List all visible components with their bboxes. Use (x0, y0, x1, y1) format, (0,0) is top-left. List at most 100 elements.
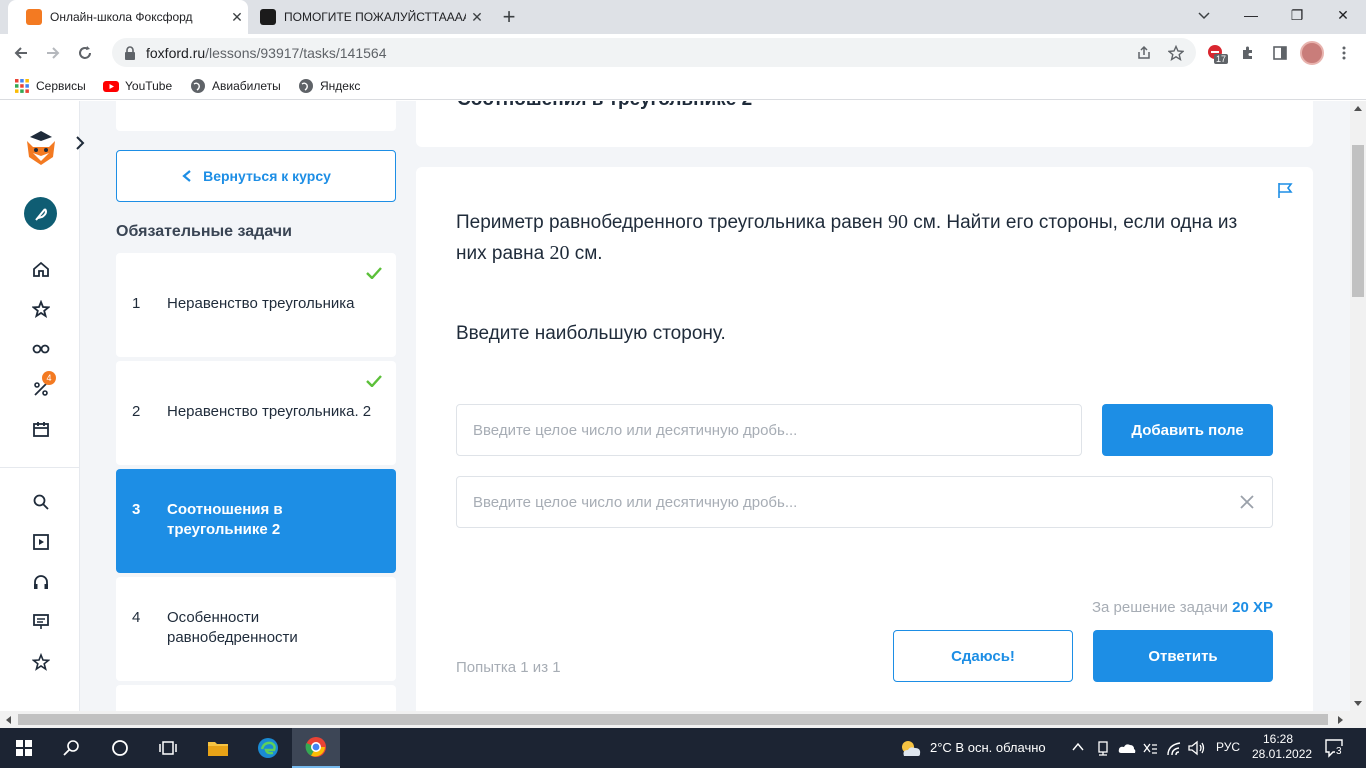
section-title: Обязательные задачи (116, 223, 292, 240)
scroll-down-icon[interactable] (1354, 701, 1362, 707)
notifications-icon[interactable]: 3 (1324, 738, 1344, 758)
answer-input-1[interactable] (456, 404, 1082, 456)
bookmark-star-icon[interactable] (1161, 38, 1191, 68)
side-panel-icon[interactable] (1265, 38, 1295, 68)
give-up-button[interactable]: Сдаюсь! (893, 630, 1073, 682)
fox-logo[interactable] (24, 127, 58, 167)
file-explorer-icon[interactable] (194, 728, 242, 768)
task-item-2[interactable]: 2 Неравенство треугольника. 2 (116, 361, 396, 465)
glasses-icon[interactable] (28, 336, 54, 362)
search-icon[interactable] (28, 489, 54, 515)
percent-icon[interactable]: 4 (28, 371, 56, 402)
scroll-up-icon[interactable] (1354, 105, 1362, 111)
new-tab-button[interactable]: + (496, 5, 522, 29)
volume-icon[interactable] (1188, 740, 1206, 756)
icon-rail: 4 (0, 101, 85, 711)
task-number: 2 (132, 403, 141, 420)
clock-date: 28.01.2022 (1252, 747, 1313, 761)
extensions-puzzle-icon[interactable] (1233, 38, 1263, 68)
play-icon[interactable] (28, 529, 54, 555)
bookmark-avia[interactable]: Авиабилеты (190, 77, 281, 95)
chrome-taskbar-icon[interactable] (292, 728, 340, 768)
share-icon[interactable] (1129, 38, 1159, 68)
cortana-icon[interactable] (96, 728, 144, 768)
back-arrow-icon[interactable] (6, 38, 36, 68)
tab-close-icon[interactable]: ✕ (226, 9, 248, 26)
reload-icon[interactable] (70, 38, 100, 68)
task-card: Периметр равнобедренного треугольника ра… (416, 167, 1313, 711)
task-item-3-active[interactable]: 3 Соотношения в треугольнике 2 (116, 469, 396, 573)
bookmark-yandex[interactable]: Яндекс (298, 77, 360, 95)
star-icon[interactable] (28, 296, 54, 322)
tray-chevron-up-icon[interactable] (1072, 742, 1084, 752)
flag-icon[interactable] (1276, 181, 1294, 199)
submit-answer-button[interactable]: Ответить (1093, 630, 1273, 682)
network-device-icon[interactable] (1096, 740, 1110, 756)
checkmark-icon (366, 267, 382, 279)
answer-input-2[interactable] (456, 476, 1273, 528)
tab-znanija[interactable]: ПОМОГИТЕ ПОЖАЛУЙСТТААААА ✕ (250, 0, 488, 34)
star-outline-icon[interactable] (28, 649, 54, 675)
clock[interactable]: 16:28 28.01.2022 (1252, 732, 1313, 762)
tab-title: Онлайн-школа Фоксфорд (50, 10, 193, 24)
globe-icon (299, 79, 313, 93)
maximize-button[interactable]: ❐ (1274, 0, 1320, 30)
browser-toolbar: foxford.ru/lessons/93917/tasks/141564 17 (0, 34, 1366, 72)
weather-icon[interactable] (898, 738, 924, 758)
edge-icon[interactable] (244, 728, 292, 768)
task-statement: Периметр равнобедренного треугольника ра… (456, 207, 1256, 269)
url-path: /lessons/93917/tasks/141564 (205, 44, 387, 61)
weather-text[interactable]: 2°C В осн. облачно (930, 740, 1046, 755)
forward-arrow-icon[interactable] (38, 38, 68, 68)
tab-close-icon[interactable]: ✕ (466, 9, 488, 26)
search-icon[interactable] (48, 728, 96, 768)
rail-divider (0, 467, 80, 468)
bookmark-label: YouTube (125, 79, 173, 93)
horizontal-scroll-thumb[interactable] (18, 714, 1328, 725)
close-icon[interactable] (1239, 494, 1255, 510)
scroll-left-icon[interactable] (5, 716, 11, 724)
notifications-count: 3 (1335, 746, 1343, 757)
windows-start-icon[interactable] (0, 728, 48, 768)
expand-chevron-icon[interactable] (72, 135, 88, 151)
onedrive-cloud-icon[interactable] (1118, 741, 1136, 755)
vertical-scrollbar[interactable] (1350, 101, 1366, 711)
bookmark-youtube[interactable]: YouTube (103, 77, 172, 95)
back-to-course-button[interactable]: Вернуться к курсу (116, 150, 396, 202)
tab-foxford[interactable]: Онлайн-школа Фоксфорд ✕ (8, 0, 248, 34)
bookmark-services[interactable]: Сервисы (14, 77, 86, 95)
promo-badge: 4 (42, 371, 56, 385)
task-view-icon[interactable] (144, 728, 192, 768)
statement-value: 20 (549, 242, 570, 264)
keyboard-lang-icon[interactable] (1142, 740, 1158, 756)
presentation-icon[interactable] (28, 609, 54, 635)
add-field-button[interactable]: Добавить поле (1102, 404, 1273, 456)
task-item-1[interactable]: 1 Неравенство треугольника (116, 253, 396, 357)
wifi-icon[interactable] (1166, 740, 1184, 756)
close-window-button[interactable]: ✕ (1320, 0, 1366, 30)
horizontal-scrollbar[interactable] (0, 711, 1366, 728)
lesson-header-title: Соотношения в треугольнике 2 (457, 101, 752, 111)
feather-icon[interactable] (24, 197, 57, 230)
home-icon[interactable] (28, 256, 54, 282)
task-number: 3 (132, 501, 141, 518)
headphones-icon[interactable] (28, 569, 54, 595)
reward-text: За решение задачи 20 XP (1016, 599, 1273, 616)
minimize-button[interactable]: — (1228, 0, 1274, 30)
scroll-right-icon[interactable] (1338, 716, 1344, 724)
task-item-5[interactable] (116, 685, 396, 711)
profile-avatar[interactable] (1297, 38, 1327, 68)
tab-title: ПОМОГИТЕ ПОЖАЛУЙСТТААААА (284, 10, 466, 24)
vertical-scroll-thumb[interactable] (1352, 145, 1364, 297)
input-language[interactable]: РУС (1216, 740, 1240, 754)
address-bar[interactable]: foxford.ru/lessons/93917/tasks/141564 (112, 38, 1196, 67)
task-number: 1 (132, 295, 141, 312)
tab-search-chevron-icon[interactable] (1193, 8, 1215, 24)
chrome-menu-icon[interactable] (1329, 38, 1359, 68)
chevron-left-icon (182, 170, 191, 182)
attempt-counter: Попытка 1 из 1 (456, 659, 561, 676)
task-item-4[interactable]: 4 Особенности равнобедренности (116, 577, 396, 681)
bookmark-label: Сервисы (36, 79, 86, 93)
calendar-icon[interactable] (28, 416, 54, 442)
extension-adblock-icon[interactable]: 17 (1200, 38, 1230, 68)
